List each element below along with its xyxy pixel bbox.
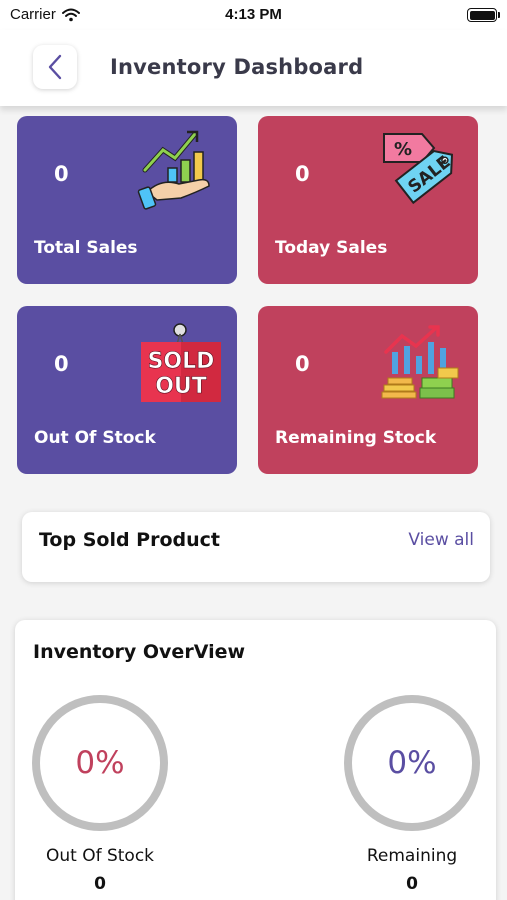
- remaining-ring: 0%: [344, 695, 480, 831]
- total-sales-card[interactable]: 0 Total Sales: [17, 116, 237, 284]
- out-of-stock-stat-label: Out Of Stock: [45, 846, 155, 866]
- chevron-left-icon: [48, 54, 62, 80]
- total-sales-label: Total Sales: [34, 238, 138, 258]
- out-of-stock-ring: 0%: [32, 695, 168, 831]
- sold-out-sign-icon: SOLD OUT: [141, 323, 221, 402]
- out-of-stock-card[interactable]: 0 Out Of Stock SOLD OUT: [17, 306, 237, 474]
- money-growth-chart-icon: [381, 325, 459, 399]
- remaining-stock-card[interactable]: 0 Remaining Stock: [258, 306, 478, 474]
- out-of-stock-percent: 0%: [75, 745, 125, 781]
- sales-growth-chart-icon: [137, 130, 210, 210]
- remaining-stat-label: Remaining: [366, 846, 458, 866]
- remaining-percent: 0%: [387, 745, 437, 781]
- today-sales-card[interactable]: 0 Today Sales % SALE: [258, 116, 478, 284]
- out-of-stock-label: Out Of Stock: [34, 428, 156, 448]
- page-title: Inventory Dashboard: [110, 55, 364, 79]
- svg-text:SOLD: SOLD: [148, 349, 215, 374]
- status-bar: Carrier 4:13 PM: [0, 0, 507, 30]
- battery-icon: [467, 8, 500, 22]
- inventory-overview-panel: Inventory OverView 0% Out Of Stock 0 0% …: [15, 620, 496, 900]
- inventory-overview-title: Inventory OverView: [33, 641, 246, 663]
- status-time: 4:13 PM: [225, 6, 282, 23]
- app-header: Inventory Dashboard: [0, 30, 507, 106]
- out-of-stock-value: 0: [54, 352, 69, 376]
- remaining-stock-label: Remaining Stock: [275, 428, 437, 448]
- view-all-link[interactable]: View all: [408, 530, 474, 550]
- total-sales-value: 0: [54, 162, 69, 186]
- today-sales-value: 0: [295, 162, 310, 186]
- remaining-stat-value: 0: [406, 874, 418, 894]
- top-sold-title: Top Sold Product: [39, 529, 220, 551]
- today-sales-label: Today Sales: [275, 238, 388, 258]
- out-of-stock-stat-value: 0: [94, 874, 106, 894]
- top-sold-product-panel: Top Sold Product View all: [22, 512, 490, 582]
- remaining-stock-value: 0: [295, 352, 310, 376]
- back-button[interactable]: [33, 45, 77, 89]
- svg-text:OUT: OUT: [155, 374, 207, 399]
- svg-text:%: %: [394, 139, 412, 160]
- sale-tag-icon: % SALE: [383, 133, 455, 205]
